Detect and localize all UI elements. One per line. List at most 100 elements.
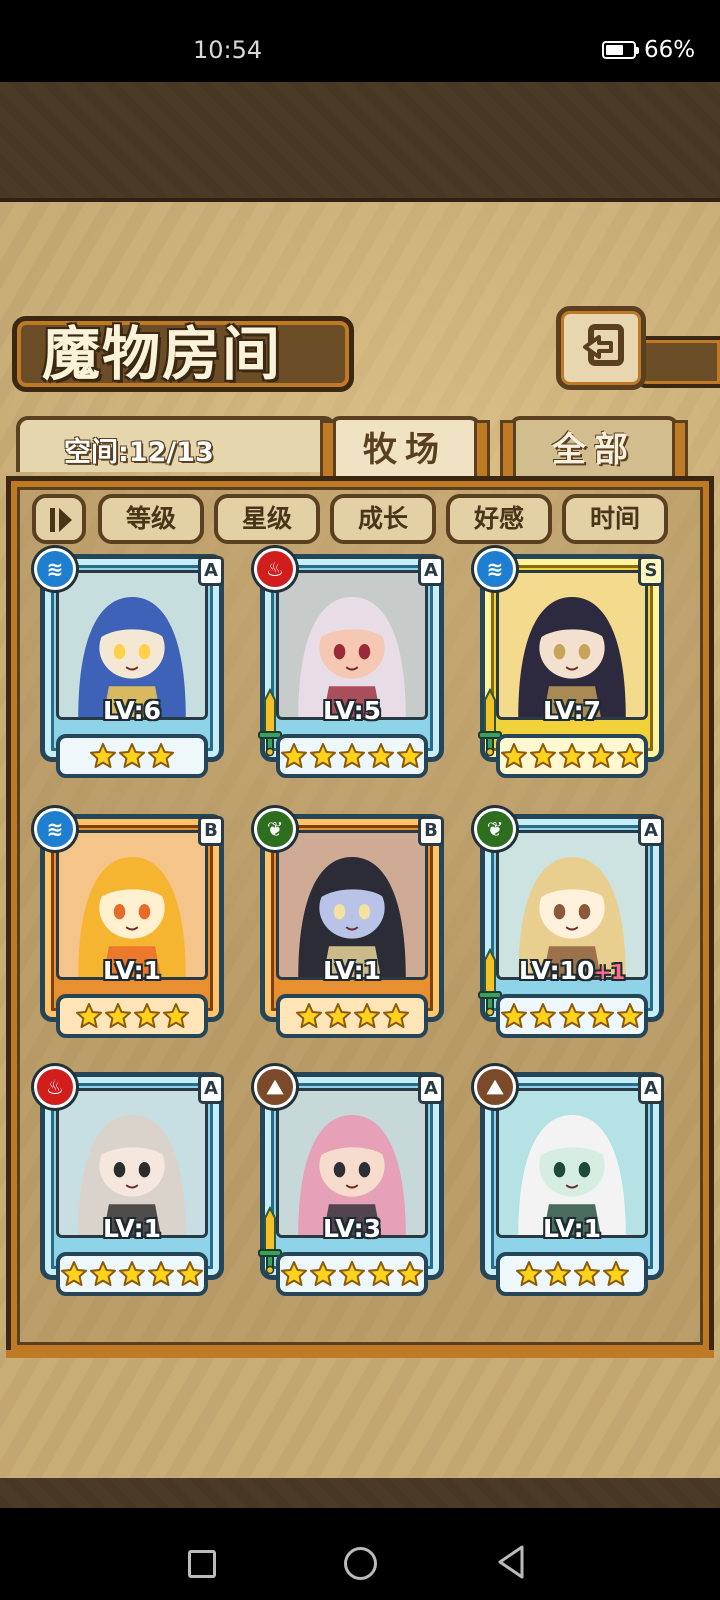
monster-card[interactable]: ❦ A LV:10+1 (474, 808, 670, 1044)
star-rating (276, 1252, 428, 1296)
filter-time-button[interactable]: 时间 (562, 494, 668, 544)
star-icon (515, 1261, 542, 1286)
level-text: LV:6 (102, 696, 162, 725)
star-icon (295, 1003, 322, 1028)
status-time: 10:54 (193, 36, 263, 64)
star-icon (281, 743, 307, 768)
recent-apps-icon[interactable] (188, 1550, 216, 1578)
star-icon (339, 743, 365, 768)
monster-level: LV:7 (474, 696, 670, 725)
star-icon (382, 1003, 409, 1028)
star-rating (56, 1252, 208, 1296)
star-rating (496, 1252, 648, 1296)
star-icon (353, 1003, 380, 1028)
star-rating (56, 734, 208, 778)
level-text: LV:1 (542, 1214, 602, 1243)
star-icon (90, 1261, 116, 1286)
earth-element-icon: ⛰ (474, 1066, 516, 1108)
rank-badge: B (418, 816, 444, 846)
back-triangle-icon[interactable] (496, 1544, 526, 1580)
star-rating (496, 734, 648, 778)
star-icon (281, 1261, 307, 1286)
monster-card[interactable]: ⛰ A LV:3 (254, 1066, 450, 1302)
level-bonus: +1 (594, 960, 626, 984)
star-icon (324, 1003, 351, 1028)
star-icon (119, 1261, 145, 1286)
star-icon (617, 1003, 643, 1028)
space-counter: 空间:12/13 (64, 437, 214, 468)
earth-element-icon: ⛰ (254, 1066, 296, 1108)
star-rating (276, 734, 428, 778)
level-text: LV:5 (322, 696, 382, 725)
star-icon (310, 743, 336, 768)
water-element-icon: ≋ (34, 548, 76, 590)
star-rating (56, 994, 208, 1038)
sort-toggle-button[interactable] (32, 494, 86, 544)
monster-card[interactable]: ♨ A LV:5 (254, 548, 450, 784)
level-text: LV:7 (542, 696, 602, 725)
star-icon (368, 743, 394, 768)
star-icon (501, 1003, 527, 1028)
level-text: LV:1 (102, 1214, 162, 1243)
star-icon (368, 1261, 394, 1286)
star-icon (75, 1003, 102, 1028)
star-icon (559, 1003, 585, 1028)
monster-card[interactable]: ≋ A LV:6 (34, 548, 230, 784)
rank-badge: A (198, 556, 224, 586)
filter-growth-button[interactable]: 成长 (330, 494, 436, 544)
monster-level: LV:6 (34, 696, 230, 725)
rank-badge: S (638, 556, 664, 586)
map-background-bottom (0, 1478, 720, 1508)
star-icon (544, 1261, 571, 1286)
rank-badge: A (638, 816, 664, 846)
wood-element-icon: ❦ (254, 808, 296, 850)
monster-level: LV:3 (254, 1214, 450, 1243)
monster-level: LV:5 (254, 696, 450, 725)
star-icon (339, 1261, 365, 1286)
filter-affection-button[interactable]: 好感 (446, 494, 552, 544)
tab-all[interactable]: 全部 (500, 416, 688, 484)
status-bar: 10:54 66% (0, 0, 720, 82)
battery-percent: 66% (644, 37, 696, 63)
space-counter-bar: 空间:12/13 (16, 416, 336, 472)
monster-card[interactable]: ❦ B LV:1 (254, 808, 450, 1044)
water-element-icon: ≋ (474, 548, 516, 590)
level-text: LV:1 (322, 956, 382, 985)
star-icon (617, 743, 643, 768)
filter-star-button[interactable]: 星级 (214, 494, 320, 544)
star-icon (530, 1003, 556, 1028)
monster-level: LV:1 (474, 1214, 670, 1243)
header-rail (636, 336, 720, 388)
star-icon (397, 743, 423, 768)
star-icon (588, 743, 614, 768)
monster-card[interactable]: ⛰ A LV:1 (474, 1066, 670, 1302)
monster-level: LV:1 (34, 956, 230, 985)
star-icon (602, 1261, 629, 1286)
monster-card[interactable]: ≋ S LV:7 (474, 548, 670, 784)
monster-card[interactable]: ♨ A LV:1 (34, 1066, 230, 1302)
page-title: 魔物房间 (42, 320, 283, 388)
wood-element-icon: ❦ (474, 808, 516, 850)
home-icon[interactable] (344, 1547, 377, 1580)
rank-badge: A (418, 1074, 444, 1104)
filter-level-button[interactable]: 等级 (98, 494, 204, 544)
star-icon (90, 743, 116, 768)
level-text: LV:10 (518, 956, 595, 985)
tab-ranch[interactable]: 牧场 (320, 416, 490, 484)
battery-fill (606, 45, 624, 55)
star-icon (588, 1003, 614, 1028)
battery-indicator: 66% (602, 36, 695, 64)
monster-card[interactable]: ≋ B LV:1 (34, 808, 230, 1044)
rank-badge: A (638, 1074, 664, 1104)
rank-badge: A (198, 1074, 224, 1104)
star-icon (310, 1261, 336, 1286)
star-icon (177, 1261, 203, 1286)
star-icon (119, 743, 145, 768)
sort-toggle-icon (50, 508, 72, 532)
star-icon (148, 743, 174, 768)
battery-icon (602, 41, 639, 59)
fire-element-icon: ♨ (254, 548, 296, 590)
star-icon (104, 1003, 131, 1028)
star-icon (133, 1003, 160, 1028)
back-button[interactable] (556, 306, 646, 390)
